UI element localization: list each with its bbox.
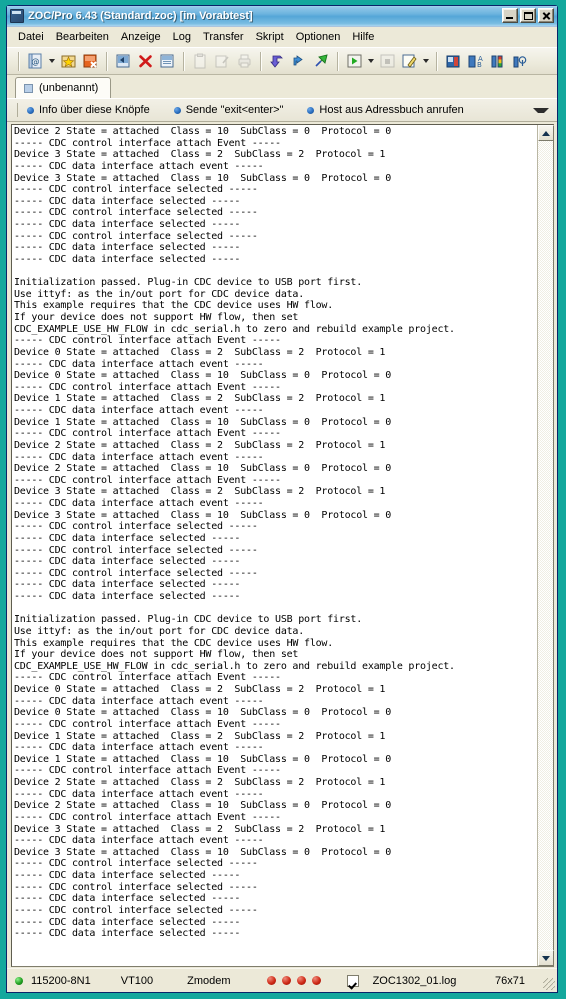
button-sende-exit[interactable]: Sende "exit<enter>" bbox=[173, 104, 284, 116]
toolbar-separator bbox=[18, 51, 19, 71]
menu-item-transfer[interactable]: Transfer bbox=[197, 29, 250, 45]
scroll-down-arrow-icon[interactable] bbox=[538, 950, 554, 966]
menu-bar: Datei Bearbeiten Anzeige Log Transfer Sk… bbox=[7, 27, 557, 47]
close-connection-icon[interactable] bbox=[79, 50, 101, 72]
button-info-ueber-knoepfe[interactable]: Info über diese Knöpfe bbox=[27, 104, 150, 116]
svg-text:B: B bbox=[477, 61, 482, 69]
run-script-dropdown-arrow[interactable] bbox=[365, 50, 376, 72]
menu-item-skript[interactable]: Skript bbox=[250, 29, 290, 45]
buttonbar-separator bbox=[17, 103, 18, 117]
desktop-background: ZOC/Pro 6.43 (Standard.zoc) [im Vorabtes… bbox=[0, 0, 566, 999]
button-host-anrufen[interactable]: Host aus Adressbuch anrufen bbox=[307, 104, 464, 116]
status-log-filename[interactable]: ZOC1302_01.log bbox=[373, 975, 457, 987]
terminal-output: Device 2 State = attached Class = 10 Sub… bbox=[14, 126, 455, 940]
bullet-icon bbox=[307, 106, 315, 114]
maximize-button[interactable] bbox=[520, 8, 536, 23]
toolbar-separator bbox=[260, 51, 261, 71]
send-file-icon[interactable] bbox=[288, 50, 310, 72]
button-label: Host aus Adressbuch anrufen bbox=[319, 104, 464, 116]
edit-script-dropdown-arrow[interactable] bbox=[420, 50, 431, 72]
modem-led-4 bbox=[311, 976, 321, 985]
status-transfer-protocol: Zmodem bbox=[187, 974, 231, 987]
receive-file-icon[interactable] bbox=[266, 50, 288, 72]
toolbar-separator bbox=[337, 51, 338, 71]
modem-signal-leds bbox=[266, 976, 321, 985]
expand-buttonbar-icon[interactable] bbox=[533, 102, 549, 118]
zmodem-upload-icon[interactable] bbox=[310, 50, 332, 72]
menu-item-bearbeiten[interactable]: Bearbeiten bbox=[50, 29, 115, 45]
new-window-icon[interactable] bbox=[156, 50, 178, 72]
address-book-icon[interactable]: @ bbox=[24, 50, 46, 72]
address-book-dropdown-arrow[interactable] bbox=[46, 50, 57, 72]
window-controls bbox=[502, 8, 554, 23]
terminal-screen[interactable]: Device 2 State = attached Class = 10 Sub… bbox=[12, 125, 537, 966]
status-bar: 115200-8N1 VT100 Zmodem ZOC1302_01.log 7… bbox=[7, 968, 557, 992]
button-label: Sende "exit<enter>" bbox=[185, 104, 284, 116]
toolbar-separator bbox=[436, 51, 437, 71]
session-profile-icon[interactable] bbox=[442, 50, 464, 72]
run-script-icon[interactable] bbox=[343, 50, 365, 72]
menu-item-hilfe[interactable]: Hilfe bbox=[346, 29, 380, 45]
modem-led-3 bbox=[296, 976, 306, 985]
bullet-icon bbox=[27, 106, 34, 114]
connection-status-led bbox=[15, 976, 23, 985]
color-settings-icon[interactable] bbox=[486, 50, 508, 72]
bullet-icon bbox=[173, 106, 181, 114]
favorite-star-icon[interactable] bbox=[57, 50, 79, 72]
modem-led-2 bbox=[281, 976, 291, 985]
toolbar-separator bbox=[183, 51, 184, 71]
session-tab-strip: (unbenannt) bbox=[7, 75, 557, 98]
minimize-button[interactable] bbox=[502, 8, 518, 23]
window-title: ZOC/Pro 6.43 (Standard.zoc) [im Vorabtes… bbox=[28, 10, 253, 22]
scroll-up-arrow-icon[interactable] bbox=[538, 125, 554, 141]
toolbar-separator bbox=[106, 51, 107, 71]
close-button[interactable] bbox=[538, 8, 554, 23]
application-icon bbox=[10, 9, 24, 23]
stop-script-icon bbox=[376, 50, 398, 72]
edit-script-icon[interactable] bbox=[398, 50, 420, 72]
font-settings-icon[interactable]: AB bbox=[464, 50, 486, 72]
menu-item-datei[interactable]: Datei bbox=[12, 29, 50, 45]
terminal-frame: Device 2 State = attached Class = 10 Sub… bbox=[11, 124, 554, 967]
status-terminal-size: 76x71 bbox=[495, 974, 525, 987]
svg-text:@: @ bbox=[31, 57, 39, 66]
zoc-main-window: ZOC/Pro 6.43 (Standard.zoc) [im Vorabtes… bbox=[6, 5, 558, 993]
modem-led-1 bbox=[266, 976, 276, 985]
window-title-bar[interactable]: ZOC/Pro 6.43 (Standard.zoc) [im Vorabtes… bbox=[7, 6, 557, 27]
connect-icon[interactable] bbox=[112, 50, 134, 72]
resize-grip[interactable] bbox=[543, 978, 555, 990]
main-toolbar: @ A B bbox=[7, 47, 557, 75]
print-icon bbox=[233, 50, 255, 72]
terminal-vertical-scrollbar[interactable] bbox=[537, 125, 554, 966]
disconnect-icon[interactable] bbox=[134, 50, 156, 72]
paste-icon bbox=[189, 50, 211, 72]
terminal-area: Device 2 State = attached Class = 10 Sub… bbox=[7, 122, 557, 968]
menu-item-anzeige[interactable]: Anzeige bbox=[115, 29, 167, 45]
logging-checkbox[interactable] bbox=[346, 974, 359, 987]
button-label: Info über diese Knöpfe bbox=[39, 104, 150, 116]
status-baudrate: 115200-8N1 bbox=[31, 974, 91, 987]
status-emulation: VT100 bbox=[120, 974, 154, 987]
tab-unbenannt[interactable]: (unbenannt) bbox=[15, 77, 112, 98]
terminal-options-icon[interactable] bbox=[508, 50, 530, 72]
macro-button-bar: Info über diese Knöpfe Sende "exit<enter… bbox=[7, 98, 557, 122]
tab-label: (unbenannt) bbox=[39, 82, 99, 94]
terminal-tab-icon bbox=[24, 83, 33, 93]
menu-item-log[interactable]: Log bbox=[167, 29, 197, 45]
edit-clipboard-icon bbox=[211, 50, 233, 72]
menu-item-optionen[interactable]: Optionen bbox=[290, 29, 347, 45]
